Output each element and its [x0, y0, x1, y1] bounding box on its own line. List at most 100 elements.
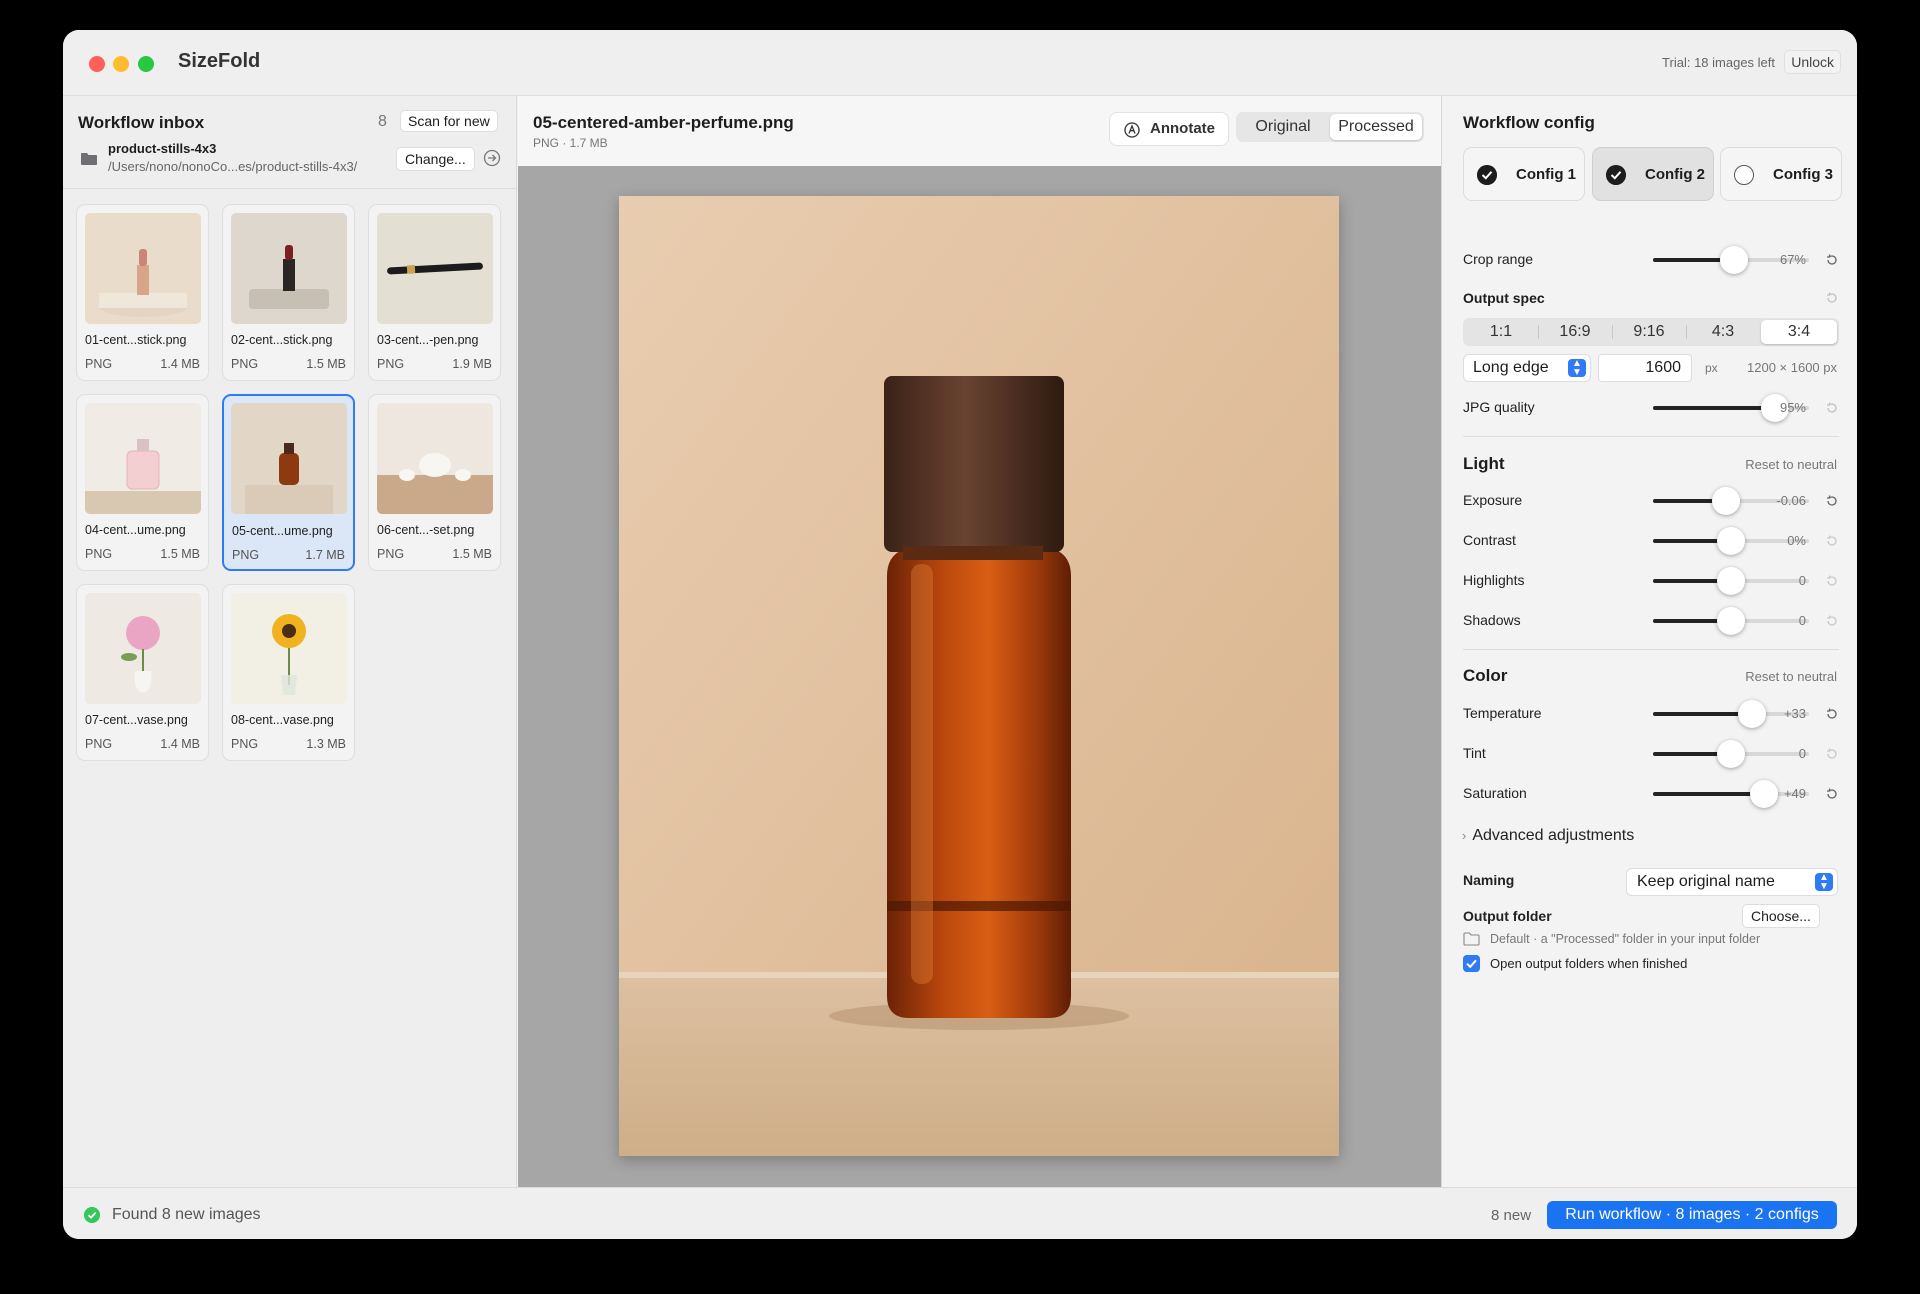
input-folder-path: /Users/nono/nonoCo...es/product-stills-4… — [108, 159, 358, 174]
light-reset-link[interactable]: Reset to neutral — [1745, 457, 1837, 472]
input-folder-name: product-stills-4x3 — [108, 141, 217, 156]
naming-value: Keep original name — [1637, 873, 1775, 890]
reset-icon[interactable] — [1825, 291, 1839, 305]
jpg-quality-label: JPG quality — [1463, 399, 1535, 415]
color-reset-link[interactable]: Reset to neutral — [1745, 669, 1837, 684]
minimize-window-button[interactable] — [113, 56, 129, 72]
folder-outline-icon — [1463, 932, 1480, 946]
folder-icon — [81, 153, 97, 165]
naming-select[interactable]: Keep original name ▲ ▼ — [1626, 868, 1838, 896]
tint-value: 0 — [1798, 746, 1806, 761]
thumbnail-type: PNG — [85, 547, 113, 561]
config-1-card[interactable]: Config 1 — [1463, 147, 1585, 201]
reset-icon[interactable] — [1825, 747, 1839, 761]
run-workflow-button[interactable]: Run workflow · 8 images · 2 configs — [1547, 1201, 1837, 1229]
view-original-tab[interactable]: Original — [1238, 114, 1328, 140]
config-3-card[interactable]: Config 3 — [1720, 147, 1842, 201]
reset-icon[interactable] — [1825, 253, 1839, 267]
reset-icon[interactable] — [1825, 707, 1839, 721]
saturation-value: +49 — [1783, 786, 1806, 801]
thumbnail-name: 02-cent...stick.png — [231, 333, 333, 347]
pink-perfume-thumbnail-image — [85, 403, 201, 514]
change-folder-button[interactable]: Change... — [396, 147, 475, 171]
sidebar-divider — [63, 188, 516, 189]
thumbnail-size: 1.5 MB — [160, 547, 200, 561]
config-label: Config 3 — [1773, 166, 1833, 183]
reset-icon[interactable] — [1825, 787, 1839, 801]
edge-unit: px — [1705, 361, 1718, 375]
rose-vase-thumbnail-image — [85, 593, 201, 704]
view-processed-tab[interactable]: Processed — [1330, 114, 1422, 140]
inbox-count: 8 — [378, 113, 387, 130]
inbox-thumbnail[interactable]: 01-cent...stick.png PNG 1.4 MB — [76, 204, 209, 381]
status-message: Found 8 new images — [112, 1206, 261, 1223]
close-window-button[interactable] — [89, 56, 105, 72]
contrast-label: Contrast — [1463, 532, 1516, 548]
thumbnail-size: 1.5 MB — [306, 357, 346, 371]
zoom-window-button[interactable] — [138, 56, 154, 72]
reset-icon[interactable] — [1825, 574, 1839, 588]
thumbnail-name: 07-cent...vase.png — [85, 713, 188, 727]
config-2-card[interactable]: Config 2 — [1592, 147, 1714, 201]
advanced-adjustments-disclosure[interactable]: › Advanced adjustments — [1462, 827, 1634, 845]
ratio-1-1[interactable]: 1:1 — [1465, 320, 1537, 344]
inbox-thumbnail[interactable]: 08-cent...vase.png PNG 1.3 MB — [222, 584, 355, 761]
workflow-inbox-sidebar: Workflow inbox 8 Scan for new product-st… — [63, 96, 517, 1187]
ratio-3-4[interactable]: 3:4 — [1761, 320, 1837, 344]
reveal-arrow-icon[interactable] — [483, 149, 501, 167]
temperature-value: +33 — [1783, 706, 1806, 721]
thumbnail-name: 04-cent...ume.png — [85, 523, 186, 537]
highlights-value: 0 — [1798, 573, 1806, 588]
thumbnail-type: PNG — [377, 547, 405, 561]
workflow-config-title: Workflow config — [1463, 113, 1595, 132]
open-folders-checkbox[interactable] — [1463, 955, 1480, 972]
checkmark-circle-icon — [1477, 165, 1497, 185]
edge-mode-select[interactable]: Long edge ▲ ▼ — [1463, 354, 1591, 382]
inbox-thumbnail[interactable]: 07-cent...vase.png PNG 1.4 MB — [76, 584, 209, 761]
reset-icon[interactable] — [1825, 534, 1839, 548]
amber-perfume-thumbnail-image — [231, 403, 347, 514]
thumbnail-size: 1.7 MB — [305, 548, 345, 562]
thumbnail-size: 1.4 MB — [160, 357, 200, 371]
dark-lipstick-thumbnail-image — [231, 213, 347, 324]
reset-icon[interactable] — [1825, 401, 1839, 415]
ratio-16-9[interactable]: 16:9 — [1539, 320, 1611, 344]
unlock-button[interactable]: Unlock — [1784, 50, 1841, 74]
exposure-value: -0.06 — [1776, 493, 1806, 508]
edge-size-input[interactable]: 1600 — [1598, 354, 1692, 382]
contrast-value: 0% — [1787, 533, 1806, 548]
new-images-count: 8 new — [1491, 1207, 1532, 1224]
ratio-4-3[interactable]: 4:3 — [1687, 320, 1759, 344]
inbox-thumbnail[interactable]: 04-cent...ume.png PNG 1.5 MB — [76, 394, 209, 571]
crop-range-value: 67% — [1779, 252, 1806, 267]
thumbnail-type: PNG — [377, 357, 405, 371]
section-divider — [1463, 649, 1839, 650]
up-down-chevron-icon: ▲ ▼ — [1815, 873, 1833, 892]
empty-circle-icon — [1734, 165, 1754, 185]
inbox-thumbnail[interactable]: 06-cent...-set.png PNG 1.5 MB — [368, 394, 501, 571]
tea-set-thumbnail-image — [377, 403, 493, 514]
ratio-9-16[interactable]: 9:16 — [1613, 320, 1685, 344]
trial-status: Trial: 18 images left — [1662, 55, 1775, 70]
preview-canvas — [518, 166, 1441, 1187]
inbox-thumbnail[interactable]: 02-cent...stick.png PNG 1.5 MB — [222, 204, 355, 381]
section-divider — [1463, 436, 1839, 437]
reset-icon[interactable] — [1825, 614, 1839, 628]
tint-label: Tint — [1463, 745, 1486, 761]
choose-output-folder-button[interactable]: Choose... — [1742, 904, 1820, 928]
inbox-thumbnail[interactable]: 03-cent...-pen.png PNG 1.9 MB — [368, 204, 501, 381]
up-down-chevron-icon: ▲ ▼ — [1568, 359, 1586, 378]
pen-thumbnail-image — [377, 213, 493, 324]
scan-for-new-button[interactable]: Scan for new — [400, 110, 498, 132]
lipstick-thumbnail-image — [85, 213, 201, 324]
temperature-label: Temperature — [1463, 705, 1542, 721]
pen-tip-icon — [1124, 122, 1140, 138]
workflow-config-panel: Workflow config Config 1 Config 2 Config… — [1441, 96, 1857, 1187]
preview-header: 05-centered-amber-perfume.png PNG · 1.7 … — [518, 96, 1441, 166]
reset-icon[interactable] — [1825, 494, 1839, 508]
output-dimensions: 1200 × 1600 px — [1747, 360, 1837, 375]
inbox-thumbnail-selected[interactable]: 05-cent...ume.png PNG 1.7 MB — [222, 394, 355, 571]
annotate-label: Annotate — [1150, 120, 1215, 137]
processed-preview-image — [619, 196, 1339, 1156]
annotate-button[interactable]: Annotate — [1109, 112, 1229, 146]
